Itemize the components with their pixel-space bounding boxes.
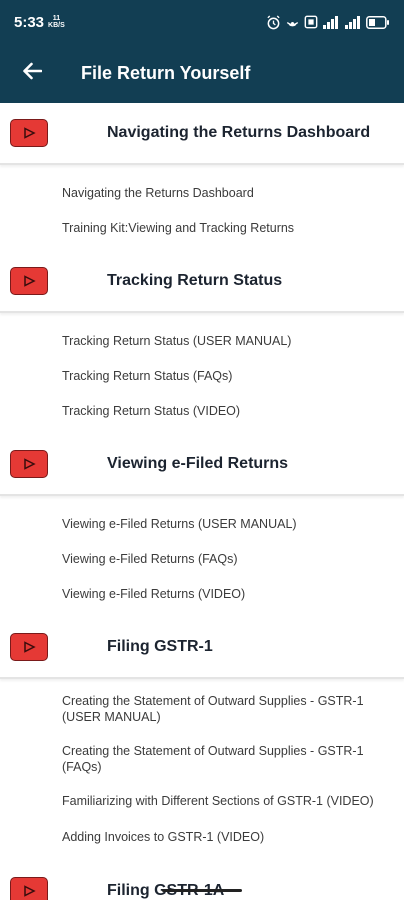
hotspot-icon <box>285 14 300 30</box>
battery-icon <box>366 14 390 30</box>
section-title: Navigating the Returns Dashboard <box>107 124 371 141</box>
youtube-play-icon[interactable] <box>10 633 48 661</box>
section-navigating-returns-dashboard: Navigating the Returns Dashboard Navigat… <box>0 103 404 251</box>
nfc-icon <box>304 14 318 30</box>
toolbar: File Return Yourself <box>0 46 404 100</box>
link-item[interactable]: Tracking Return Status (USER MANUAL) <box>0 323 404 358</box>
youtube-play-icon[interactable] <box>10 877 48 900</box>
status-bar: 5:33 11 KB/S <box>0 0 404 44</box>
network-speed-unit: KB/S <box>48 22 65 29</box>
link-item[interactable]: Creating the Statement of Outward Suppli… <box>0 735 404 785</box>
signal-icon-1 <box>322 14 340 30</box>
alarm-icon <box>266 14 281 30</box>
link-item[interactable]: Training Kit:Viewing and Tracking Return… <box>0 210 404 245</box>
app-bar: 5:33 11 KB/S File Return Yourself <box>0 0 404 103</box>
section-title: Filing GSTR-1 <box>107 638 213 655</box>
link-item[interactable]: Viewing e-Filed Returns (VIDEO) <box>0 576 404 611</box>
link-item[interactable]: Familiarizing with Different Sections of… <box>0 785 404 819</box>
network-speed-value: 11 <box>52 15 61 22</box>
section-header[interactable]: Filing GSTR-1A <box>0 860 404 900</box>
page-title: File Return Yourself <box>81 62 251 83</box>
status-time: 5:33 <box>14 13 45 31</box>
section-header[interactable]: Viewing e-Filed Returns <box>0 434 404 496</box>
link-item[interactable]: Tracking Return Status (VIDEO) <box>0 393 404 428</box>
link-item[interactable]: Viewing e-Filed Returns (USER MANUAL) <box>0 506 404 541</box>
section-links: Creating the Statement of Outward Suppli… <box>0 679 404 860</box>
section-header[interactable]: Tracking Return Status <box>0 251 404 313</box>
home-indicator[interactable] <box>162 889 242 892</box>
link-item[interactable]: Adding Invoices to GSTR-1 (VIDEO) <box>0 819 404 854</box>
section-viewing-efiled-returns: Viewing e-Filed Returns Viewing e-Filed … <box>0 434 404 617</box>
link-item[interactable]: Tracking Return Status (FAQs) <box>0 358 404 393</box>
section-links: Navigating the Returns Dashboard Trainin… <box>0 165 404 251</box>
section-header[interactable]: Filing GSTR-1 <box>0 617 404 679</box>
section-filing-gstr-1a: Filing GSTR-1A <box>0 860 404 900</box>
youtube-play-icon[interactable] <box>10 450 48 478</box>
section-header[interactable]: Navigating the Returns Dashboard <box>0 103 404 165</box>
link-item[interactable]: Navigating the Returns Dashboard <box>0 175 404 210</box>
network-speed: 11 KB/S <box>48 15 65 29</box>
link-item[interactable]: Viewing e-Filed Returns (FAQs) <box>0 541 404 576</box>
arrow-left-icon <box>22 62 43 85</box>
youtube-play-icon[interactable] <box>10 267 48 295</box>
signal-icon-2 <box>344 14 362 30</box>
section-filing-gstr-1: Filing GSTR-1 Creating the Statement of … <box>0 617 404 860</box>
status-right <box>266 14 390 30</box>
section-title: Tracking Return Status <box>107 272 283 289</box>
status-left: 5:33 11 KB/S <box>14 14 65 31</box>
section-tracking-return-status: Tracking Return Status Tracking Return S… <box>0 251 404 434</box>
returns-list[interactable]: Navigating the Returns Dashboard Navigat… <box>0 103 404 900</box>
section-links: Viewing e-Filed Returns (USER MANUAL) Vi… <box>0 496 404 617</box>
link-item[interactable]: Creating the Statement of Outward Suppli… <box>0 691 404 735</box>
section-title: Viewing e-Filed Returns <box>107 455 289 472</box>
section-links: Tracking Return Status (USER MANUAL) Tra… <box>0 313 404 434</box>
youtube-play-icon[interactable] <box>10 119 48 147</box>
back-button[interactable] <box>0 46 64 100</box>
